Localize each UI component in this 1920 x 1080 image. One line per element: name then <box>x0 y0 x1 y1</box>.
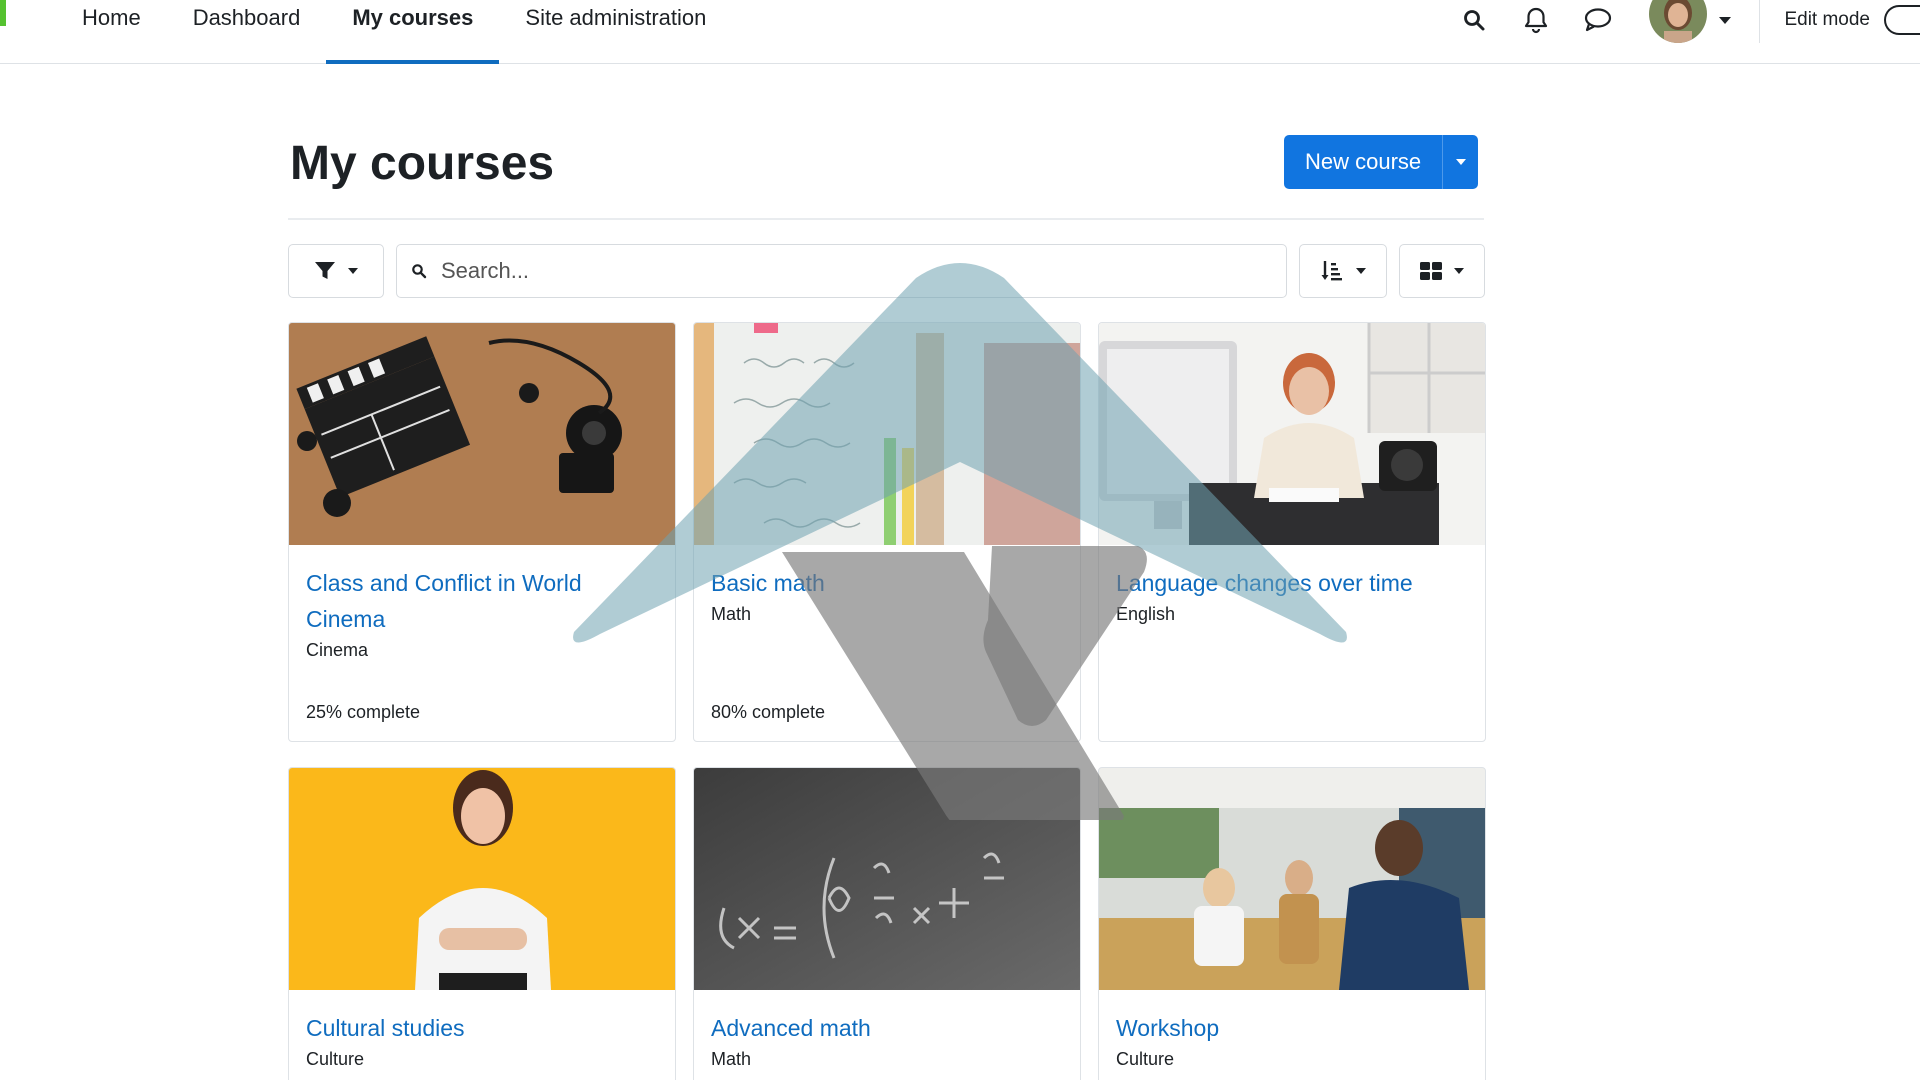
course-title-link[interactable]: Language changes over time <box>1116 565 1468 601</box>
chevron-down-icon <box>348 268 358 274</box>
course-search <box>396 244 1287 298</box>
course-category: Math <box>711 1049 752 1069</box>
nav-my-courses[interactable]: My courses <box>326 0 500 64</box>
sort-dropdown[interactable] <box>1299 244 1387 298</box>
course-title-link[interactable]: Advanced math <box>711 1010 1063 1046</box>
course-image[interactable] <box>1099 768 1485 990</box>
course-progress: 25% complete <box>306 702 421 722</box>
bell-icon[interactable] <box>1517 1 1555 39</box>
filter-dropdown[interactable] <box>288 244 384 298</box>
course-title-link[interactable]: Cultural studies <box>306 1010 658 1046</box>
course-image[interactable] <box>694 768 1080 990</box>
course-card: Class and Conflict in World Cinema Cinem… <box>288 322 676 742</box>
chevron-down-icon <box>1719 16 1732 24</box>
view-dropdown[interactable] <box>1399 244 1485 298</box>
course-title-link[interactable]: Class and Conflict in World Cinema <box>306 565 658 637</box>
nav-dashboard[interactable]: Dashboard <box>167 0 327 64</box>
filter-icon <box>315 262 335 279</box>
course-image[interactable] <box>1099 323 1485 545</box>
course-card: Workshop Culture <box>1098 767 1486 1080</box>
top-navbar: Home Dashboard My courses Site administr… <box>0 0 1920 64</box>
edit-mode-toggle[interactable]: Edit mode <box>1784 5 1920 35</box>
sort-icon <box>1321 261 1342 281</box>
new-course-button[interactable]: New course <box>1284 135 1443 189</box>
course-card: Language changes over time English <box>1098 322 1486 742</box>
chevron-down-icon <box>1455 159 1466 165</box>
chat-bubble-icon[interactable] <box>1579 1 1617 39</box>
course-title-link[interactable]: Basic math <box>711 565 1063 601</box>
course-category: Cinema <box>306 640 369 660</box>
divider <box>1759 0 1761 43</box>
search-icon[interactable] <box>1455 1 1493 39</box>
course-image[interactable] <box>694 323 1080 545</box>
chevron-down-icon <box>1454 268 1464 274</box>
user-menu[interactable] <box>1649 0 1732 43</box>
primary-navigation: Home Dashboard My courses Site administr… <box>56 0 732 64</box>
course-title-link[interactable]: Workshop <box>1116 1010 1468 1046</box>
search-icon <box>412 264 427 279</box>
edit-mode-label: Edit mode <box>1784 9 1870 30</box>
course-category: Culture <box>306 1049 365 1069</box>
toggle-switch-icon[interactable] <box>1884 5 1920 35</box>
course-image[interactable] <box>289 768 675 990</box>
page-title: My courses <box>290 137 555 190</box>
course-category: English <box>1116 604 1176 624</box>
brand-strip <box>0 0 6 26</box>
new-course-split-button: New course <box>1284 135 1479 189</box>
course-card: Advanced math Math <box>693 767 1081 1080</box>
course-image[interactable] <box>289 323 675 545</box>
course-progress: 80% complete <box>711 702 826 722</box>
new-course-dropdown-toggle[interactable] <box>1442 135 1479 189</box>
user-controls: Edit mode <box>1431 0 1920 43</box>
course-category: Math <box>711 604 752 624</box>
nav-home[interactable]: Home <box>56 0 167 64</box>
nav-site-administration[interactable]: Site administration <box>499 0 732 64</box>
chevron-down-icon <box>1356 268 1366 274</box>
divider <box>288 218 1484 220</box>
grid-view-icon <box>1420 262 1442 280</box>
avatar <box>1649 0 1708 43</box>
course-category: Culture <box>1116 1049 1175 1069</box>
course-card: Cultural studies Culture <box>288 767 676 1080</box>
search-input[interactable] <box>441 258 1241 284</box>
course-card: Basic math Math 80% complete <box>693 322 1081 742</box>
